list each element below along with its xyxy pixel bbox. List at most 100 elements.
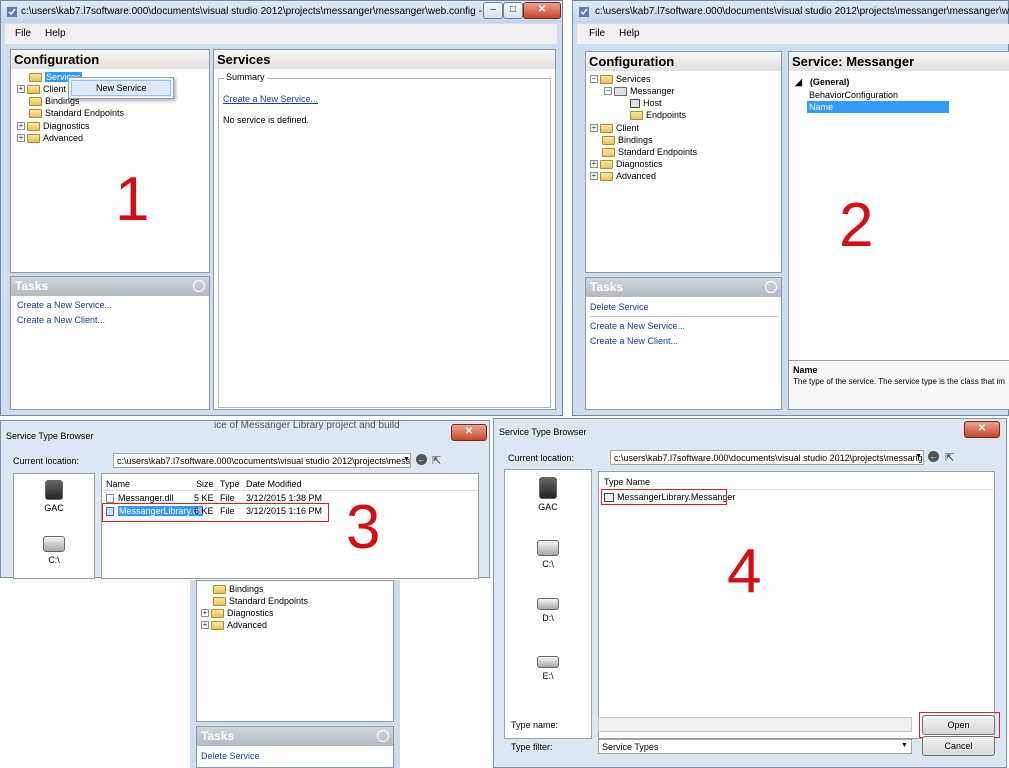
tree-item-services[interactable]: − Services bbox=[590, 73, 651, 85]
location-field[interactable]: c:\users\kab7.l7software.000\documents\v… bbox=[610, 450, 924, 465]
location-field[interactable]: c:\users\kab7.l7software.000\cocuments\v… bbox=[113, 453, 411, 468]
folder-icon bbox=[27, 84, 40, 94]
task-create-client[interactable]: Create a New Client... bbox=[17, 315, 105, 325]
chevron-down-icon[interactable]: ▼ bbox=[901, 742, 908, 749]
row-size: 5 KE bbox=[194, 493, 214, 503]
tree-item-endpoints[interactable]: Endpoints bbox=[630, 109, 686, 121]
dialog-title: Service Type Browser bbox=[6, 431, 94, 441]
column-name[interactable]: Name bbox=[106, 479, 130, 489]
drive-d[interactable]: D:\ bbox=[518, 598, 578, 623]
column-type-name[interactable]: Type Name bbox=[604, 477, 650, 487]
tree-item-client[interactable]: + Client bbox=[590, 122, 639, 134]
task-delete-service[interactable]: Delete Service bbox=[201, 751, 260, 761]
collapse-triangle-icon[interactable]: ◢ bbox=[795, 77, 802, 88]
close-button[interactable]: ✕ bbox=[964, 421, 1000, 438]
service-properties-pane: Service: Messanger ◢ (General) BehaviorCo… bbox=[788, 51, 1009, 410]
folder-icon bbox=[29, 72, 42, 82]
column-date-modified[interactable]: Date Modified bbox=[246, 479, 302, 489]
task-create-client[interactable]: Create a New Client... bbox=[590, 336, 678, 346]
task-create-service[interactable]: Create a New Service... bbox=[590, 321, 685, 331]
tree-item-standard-endpoints[interactable]: Standard Endpoints bbox=[213, 595, 308, 607]
up-folder-icon[interactable]: ⇱ bbox=[432, 454, 441, 467]
divider bbox=[590, 316, 778, 317]
collapse-icon[interactable]: − bbox=[604, 87, 612, 95]
create-new-service-link[interactable]: Create a New Service... bbox=[223, 94, 318, 104]
row-date: 3/12/2015 1:38 PM bbox=[246, 493, 323, 503]
tree-item-advanced[interactable]: + Advanced bbox=[590, 170, 656, 182]
tree-item-client[interactable]: + Client bbox=[17, 83, 66, 95]
step-number: 3 bbox=[346, 493, 381, 562]
menu-file[interactable]: File bbox=[589, 28, 605, 39]
collapse-icon[interactable]: − bbox=[590, 75, 598, 83]
tree-item-standard-endpoints[interactable]: Standard Endpoints bbox=[29, 107, 124, 119]
expand-icon[interactable]: + bbox=[590, 124, 598, 132]
drive-c[interactable]: C:\ bbox=[24, 536, 84, 565]
drive-c[interactable]: C:\ bbox=[518, 540, 578, 569]
property-name[interactable]: Name bbox=[807, 101, 949, 113]
configuration-pane: Configuration Services + Client Bindings … bbox=[10, 49, 210, 273]
back-icon[interactable]: ← bbox=[416, 454, 427, 465]
step-number: 1 bbox=[115, 165, 150, 234]
column-size[interactable]: Size bbox=[196, 479, 214, 489]
type-name-field[interactable] bbox=[598, 717, 912, 732]
up-folder-icon[interactable]: ⇱ bbox=[945, 451, 954, 464]
menu-file[interactable]: File bbox=[15, 28, 31, 39]
tree-item-diagnostics[interactable]: + Diagnostics bbox=[201, 607, 274, 619]
collapse-icon[interactable] bbox=[193, 280, 205, 292]
close-button[interactable]: ✕ bbox=[451, 424, 487, 441]
property-group-general[interactable]: ◢ (General) bbox=[795, 76, 849, 88]
drive-gac[interactable]: GAC bbox=[518, 477, 578, 512]
property-behavior-configuration[interactable]: BehaviorConfiguration bbox=[809, 89, 898, 101]
dropdown-arrow-icon[interactable]: ▼ bbox=[915, 453, 922, 460]
drives-list: GAC C:\ D:\ E:\ bbox=[504, 469, 592, 739]
collapse-icon[interactable] bbox=[377, 730, 389, 742]
context-menu-new-service[interactable]: New Service bbox=[71, 80, 171, 96]
folder-icon bbox=[600, 171, 613, 181]
drive-gac[interactable]: GAC bbox=[24, 480, 84, 513]
tree-item-advanced[interactable]: + Advanced bbox=[201, 619, 267, 631]
highlight-box bbox=[102, 503, 329, 522]
cancel-button[interactable]: Cancel bbox=[922, 736, 995, 756]
drives-list: GAC C:\ bbox=[13, 473, 95, 579]
expand-icon[interactable]: + bbox=[201, 621, 209, 629]
expand-icon[interactable]: + bbox=[17, 122, 25, 130]
tree-item-diagnostics[interactable]: + Diagnostics bbox=[590, 158, 663, 170]
drive-e[interactable]: E:\ bbox=[518, 656, 578, 681]
expand-icon[interactable]: + bbox=[590, 160, 598, 168]
tree-item-standard-endpoints[interactable]: Standard Endpoints bbox=[602, 146, 697, 158]
tree-item-advanced[interactable]: + Advanced bbox=[17, 132, 83, 144]
minimize-button[interactable]: – bbox=[483, 2, 503, 19]
menu-help[interactable]: Help bbox=[619, 28, 640, 39]
highlight-box bbox=[601, 489, 727, 505]
expand-icon[interactable]: + bbox=[17, 85, 25, 93]
type-filter-label: Type filter: bbox=[511, 742, 553, 752]
services-pane: Services Summary Create a New Service...… bbox=[213, 49, 556, 410]
drive-icon bbox=[537, 540, 559, 556]
no-service-text: No service is defined. bbox=[223, 115, 310, 125]
tree-item-bindings[interactable]: Bindings bbox=[213, 583, 264, 595]
tree-item-messanger[interactable]: − Messanger bbox=[604, 85, 675, 97]
title-bar[interactable]: c:\users\kab7.l7software.000\documents\v… bbox=[573, 1, 1009, 23]
tree-item-host[interactable]: Host bbox=[630, 97, 662, 109]
title-bar[interactable]: c:\users\kab7.l7software.000\documents\v… bbox=[1, 1, 562, 23]
tasks-pane: Tasks Delete Service bbox=[196, 726, 394, 768]
dropdown-arrow-icon[interactable]: ▼ bbox=[403, 456, 410, 463]
tree-item-bindings[interactable]: Bindings bbox=[602, 134, 653, 146]
header-divider bbox=[102, 490, 478, 491]
close-button[interactable]: ✕ bbox=[523, 2, 561, 19]
expand-icon[interactable]: + bbox=[590, 172, 598, 180]
dialog-title: Service Type Browser bbox=[499, 427, 587, 437]
task-create-service[interactable]: Create a New Service... bbox=[17, 300, 112, 310]
expand-icon[interactable]: + bbox=[201, 609, 209, 617]
folder-icon bbox=[600, 159, 613, 169]
type-filter-select[interactable]: Service Types bbox=[598, 739, 912, 754]
maximize-button[interactable]: □ bbox=[503, 2, 523, 19]
row-name: Messanger.dll bbox=[118, 493, 174, 503]
task-delete-service[interactable]: Delete Service bbox=[590, 302, 649, 312]
menu-help[interactable]: Help bbox=[45, 28, 66, 39]
collapse-icon[interactable] bbox=[765, 281, 777, 293]
expand-icon[interactable]: + bbox=[17, 134, 25, 142]
tree-item-diagnostics[interactable]: + Diagnostics bbox=[17, 120, 90, 132]
column-type[interactable]: Type bbox=[220, 479, 240, 489]
back-icon[interactable]: ← bbox=[928, 451, 939, 462]
